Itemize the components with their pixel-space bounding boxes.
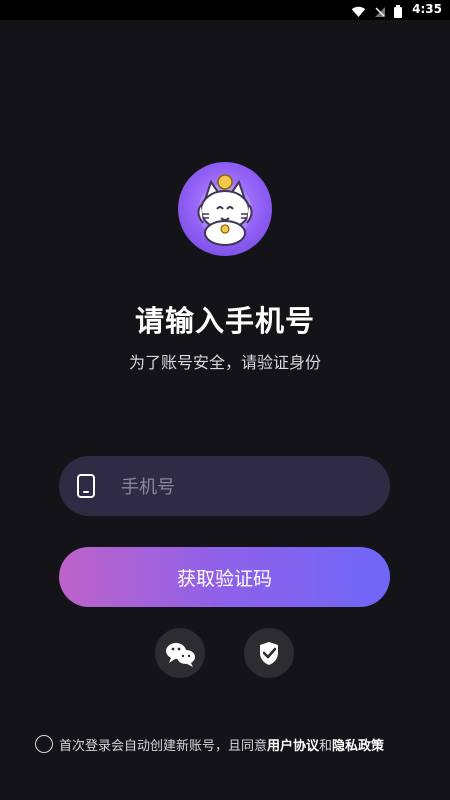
page-title: 请输入手机号 (134, 304, 315, 338)
status-icons (351, 3, 402, 22)
phone-input[interactable] (119, 456, 363, 518)
battery-icon (394, 3, 402, 22)
status-bar: 4:35 (0, 0, 450, 20)
shield-check-button[interactable] (244, 628, 294, 678)
phone-field[interactable] (59, 456, 390, 518)
agreement-connector: 和 (319, 738, 333, 754)
status-time: 4:35 (412, 2, 442, 16)
wechat-login-button[interactable] (155, 628, 205, 678)
get-code-button[interactable]: 获取验证码 (59, 547, 390, 607)
privacy-policy-link[interactable]: 隐私政策 (332, 735, 384, 754)
phone-icon (76, 474, 96, 498)
agreement-row: 首次登录会自动创建新账号，且同意 用户协议 和 隐私政策 (35, 733, 425, 755)
page-subtitle: 为了账号安全，请验证身份 (128, 353, 321, 372)
wechat-icon (155, 643, 205, 682)
agreement-radio[interactable] (35, 735, 53, 753)
shield-check-icon (244, 642, 294, 682)
signal-off-icon (374, 3, 386, 22)
wifi-icon (351, 3, 366, 22)
user-agreement-link[interactable]: 用户协议 (267, 735, 319, 754)
lucky-cat-avatar-icon (178, 162, 272, 256)
agreement-text: 首次登录会自动创建新账号，且同意 (59, 738, 268, 754)
